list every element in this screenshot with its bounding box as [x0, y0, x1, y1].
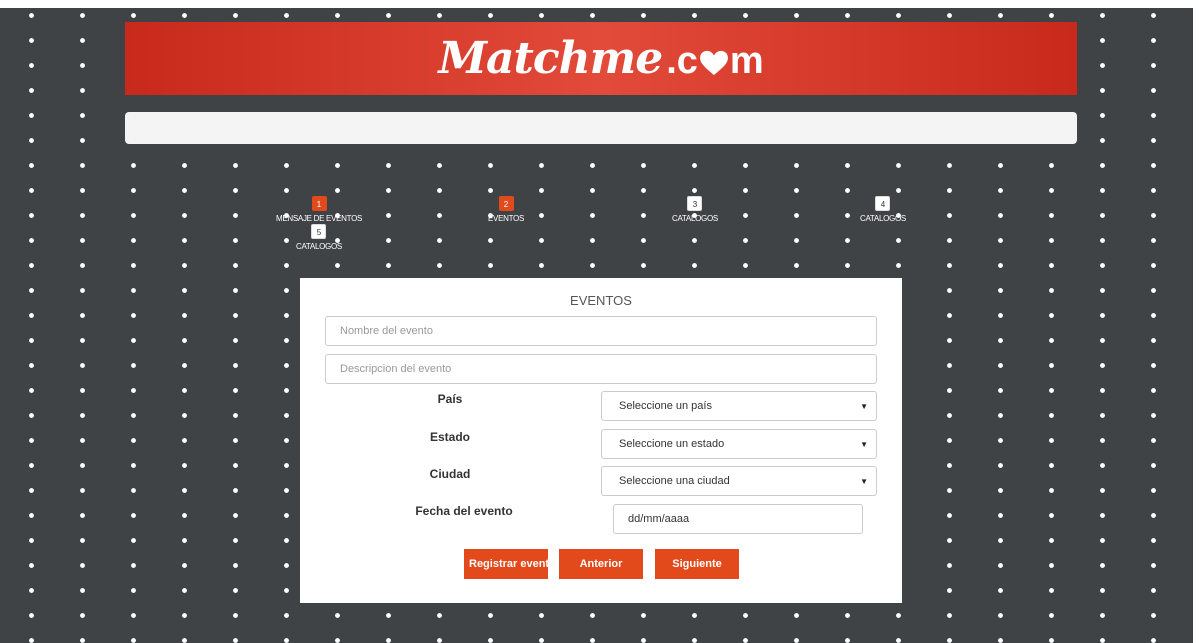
logo-script-text: Matchme: [438, 33, 663, 84]
brand-logo[interactable]: Matchme . c m: [438, 33, 763, 84]
state-select[interactable]: Seleccione un estado ▼: [601, 429, 877, 459]
step-5-label: CATALOGOS: [296, 242, 342, 251]
step-2-number: 2: [498, 196, 514, 211]
city-select-value: Seleccione una ciudad: [619, 475, 730, 487]
event-date-input[interactable]: dd/mm/aaaa: [613, 504, 863, 534]
step-4-label: CATALOGOS: [860, 214, 906, 223]
caret-down-icon: ▼: [860, 401, 868, 411]
step-3-label: CATALOGOS: [672, 214, 718, 223]
step-3[interactable]: 3 CATALOGOS: [672, 196, 718, 223]
step-1-number: 1: [311, 196, 327, 211]
navigation-bar: [125, 112, 1077, 144]
step-1-label: MENSAJE DE EVENTOS: [276, 214, 363, 223]
header-banner: Matchme . c m: [125, 22, 1077, 95]
step-2[interactable]: 2 EVENTOS: [488, 196, 524, 223]
previous-button[interactable]: Anterior: [559, 549, 643, 579]
caret-down-icon: ▼: [860, 476, 868, 486]
state-label: Estado: [429, 430, 470, 444]
step-3-number: 3: [687, 196, 703, 211]
step-5-number: 5: [311, 224, 327, 239]
state-select-value: Seleccione un estado: [619, 438, 725, 450]
caret-down-icon: ▼: [860, 439, 868, 449]
event-date-placeholder: dd/mm/aaaa: [628, 513, 690, 525]
next-button[interactable]: Siguiente: [655, 549, 739, 579]
city-label: Ciudad: [429, 467, 471, 481]
country-label: País: [437, 392, 463, 406]
step-4[interactable]: 4 CATALOGOS: [860, 196, 906, 223]
event-name-input[interactable]: [325, 316, 877, 346]
step-1[interactable]: 1 MENSAJE DE EVENTOS: [276, 196, 362, 223]
logo-m-text: m: [729, 40, 764, 82]
country-select-value: Seleccione un país: [619, 400, 712, 412]
step-4-number: 4: [875, 196, 891, 211]
step-2-label: EVENTOS: [488, 214, 524, 223]
heart-icon: [699, 50, 728, 76]
logo-c-text: c: [676, 40, 698, 82]
top-edge: [0, 0, 1199, 8]
event-form-card: EVENTOS País Seleccione un país ▼ Estado…: [300, 278, 902, 603]
logo-dot-text: .: [666, 40, 677, 82]
scroll-edge: [1193, 0, 1199, 643]
city-select[interactable]: Seleccione una ciudad ▼: [601, 466, 877, 496]
form-title: EVENTOS: [570, 293, 632, 308]
country-select[interactable]: Seleccione un país ▼: [601, 391, 877, 421]
event-description-input[interactable]: [325, 354, 877, 384]
date-label: Fecha del evento: [415, 504, 513, 518]
step-5[interactable]: 5 CATALOGOS: [296, 224, 342, 251]
register-event-button[interactable]: Registrar evento: [464, 549, 548, 579]
